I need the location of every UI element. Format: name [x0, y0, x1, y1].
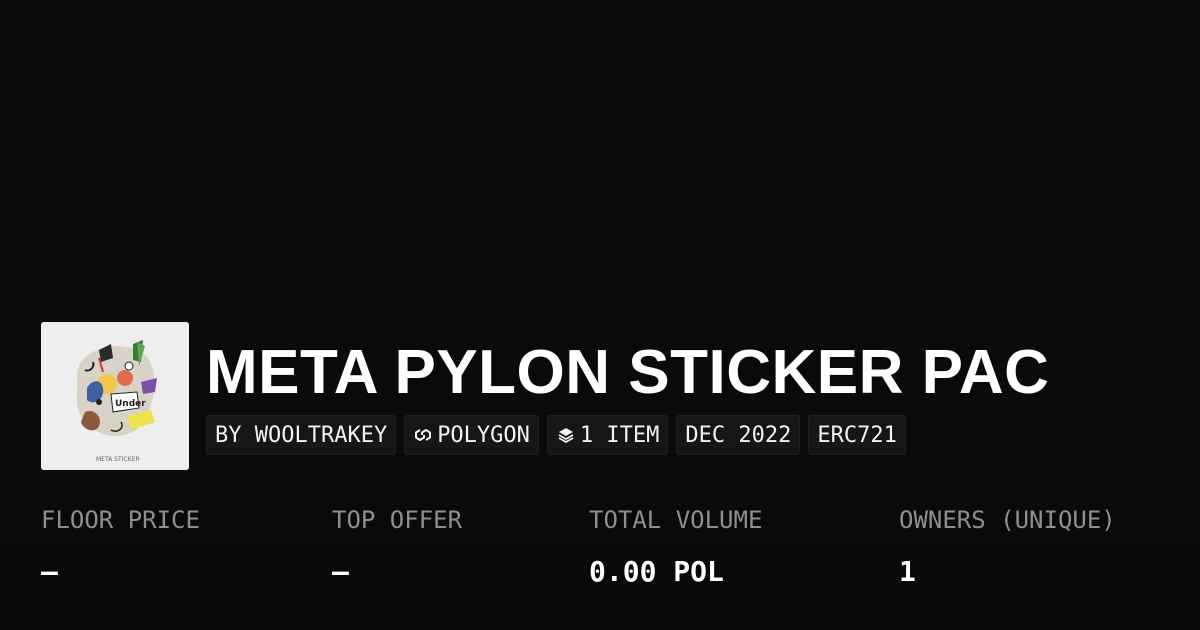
tag-creator[interactable]: BY WOOLTRAKEY — [206, 415, 397, 455]
stat-owners-value: 1 — [899, 555, 916, 588]
tag-chain[interactable]: POLYGON — [404, 415, 539, 455]
stat-owners: OWNERS (UNIQUE) 1 — [899, 502, 1116, 592]
stat-floor-price-label: FLOOR PRICE — [41, 506, 200, 534]
tag-chain-label: POLYGON — [437, 422, 530, 448]
stat-owners-label: OWNERS (UNIQUE) — [899, 506, 1116, 534]
stat-total-volume-label: TOTAL VOLUME — [589, 506, 763, 534]
collection-stats: FLOOR PRICE – TOP OFFER – TOTAL VOLUME 0… — [0, 502, 1200, 602]
tag-items-label: 1 ITEM — [579, 422, 660, 448]
tag-standard[interactable]: ERC721 — [808, 415, 906, 455]
polygon-chain-icon — [413, 425, 433, 445]
tag-date[interactable]: DEC 2022 — [676, 415, 801, 455]
stat-top-offer-label: TOP OFFER — [332, 506, 463, 534]
svg-text:Under: Under — [115, 399, 146, 409]
layers-icon — [556, 425, 576, 445]
tag-standard-label: ERC721 — [817, 422, 897, 448]
stat-floor-price: FLOOR PRICE – — [41, 502, 200, 592]
stat-top-offer: TOP OFFER – — [332, 502, 462, 592]
stat-top-offer-value: – — [332, 555, 349, 588]
collection-title: META PYLON STICKER PAC — [206, 338, 1050, 407]
sticker-artwork-image: Under META STICKER — [41, 322, 189, 470]
stat-total-volume: TOTAL VOLUME 0.00 POL — [589, 502, 762, 592]
stat-floor-price-value: – — [41, 555, 58, 588]
collection-thumbnail[interactable]: Under META STICKER — [41, 322, 189, 470]
stat-total-volume-value: 0.00 POL — [589, 555, 724, 588]
tag-creator-label: BY WOOLTRAKEY — [215, 422, 388, 448]
tag-date-label: DEC 2022 — [685, 422, 792, 448]
tag-items[interactable]: 1 ITEM — [546, 415, 669, 455]
collection-tags: BY WOOLTRAKEY POLYGON 1 ITEM DEC 2022 ER… — [206, 415, 906, 455]
thumbnail-caption: META STICKER — [96, 456, 140, 463]
